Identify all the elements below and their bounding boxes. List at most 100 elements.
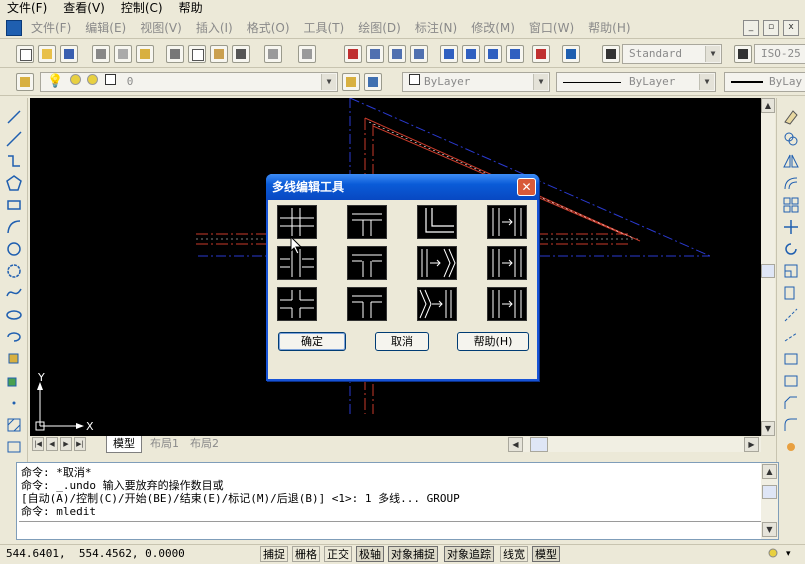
merged-cross-tool[interactable] <box>277 287 317 321</box>
dialog-close-button[interactable]: ✕ <box>517 178 536 196</box>
copy-icon[interactable] <box>188 45 206 63</box>
status-menu-icon[interactable]: ▾ <box>786 549 791 559</box>
polygon-icon[interactable] <box>5 174 23 192</box>
make-block-icon[interactable] <box>5 372 23 390</box>
delete-vertex-tool[interactable] <box>417 287 457 321</box>
zoom-realtime-icon[interactable] <box>366 45 384 63</box>
scroll-down-icon[interactable]: ▼ <box>761 421 775 436</box>
construction-line-icon[interactable] <box>5 130 23 148</box>
weld-all-tool[interactable] <box>487 287 527 321</box>
text-style-icon[interactable] <box>602 45 620 63</box>
sheet-set-icon[interactable] <box>506 45 524 63</box>
publish-icon[interactable] <box>136 45 154 63</box>
menu-modify[interactable]: 修改(M) <box>464 19 522 36</box>
region-icon[interactable] <box>5 438 23 456</box>
outer-menu-help[interactable]: 帮助 <box>172 0 212 17</box>
tab-prev-icon[interactable]: ◀ <box>46 437 58 451</box>
move-icon[interactable] <box>782 218 800 236</box>
comm-center-icon[interactable] <box>766 547 780 561</box>
ortho-toggle[interactable]: 正交 <box>324 546 352 562</box>
cmd-scroll-thumb[interactable] <box>762 485 777 499</box>
menu-help[interactable]: 帮助(H) <box>581 19 637 36</box>
revision-cloud-icon[interactable] <box>5 262 23 280</box>
menu-dimension[interactable]: 标注(N) <box>408 19 464 36</box>
cut-single-tool[interactable] <box>487 205 527 239</box>
cut-all-tool[interactable] <box>487 246 527 280</box>
outer-menu-file[interactable]: 文件(F) <box>0 0 56 17</box>
offset-icon[interactable] <box>782 174 800 192</box>
line-icon[interactable] <box>5 108 23 126</box>
paste-icon[interactable] <box>210 45 228 63</box>
tab-next-icon[interactable]: ▶ <box>60 437 72 451</box>
help-button[interactable]: 帮助(H) <box>457 332 529 351</box>
ok-button[interactable]: 确定 <box>278 332 346 351</box>
array-icon[interactable] <box>782 196 800 214</box>
canvas-horizontal-scrollbar[interactable]: ◀ ▶ <box>508 437 761 452</box>
zoom-previous-icon[interactable] <box>410 45 428 63</box>
menu-tools[interactable]: 工具(T) <box>297 19 352 36</box>
trim-icon[interactable] <box>782 306 800 324</box>
scale-icon[interactable] <box>782 262 800 280</box>
tab-layout2[interactable]: 布局2 <box>184 436 225 452</box>
layer-select[interactable]: 💡 0 ▼ <box>40 72 338 92</box>
command-scrollbar[interactable]: ▲ ▼ <box>761 463 778 539</box>
snap-toggle[interactable]: 捕捉 <box>260 546 288 562</box>
cmd-scroll-down-icon[interactable]: ▼ <box>762 522 777 537</box>
design-center-icon[interactable] <box>462 45 480 63</box>
insert-block-icon[interactable] <box>5 350 23 368</box>
outer-menu-view[interactable]: 查看(V) <box>56 0 114 17</box>
ellipse-arc-icon[interactable] <box>5 328 23 346</box>
menu-view[interactable]: 视图(V) <box>133 19 189 36</box>
undo-icon[interactable] <box>264 45 282 63</box>
tab-model[interactable]: 模型 <box>106 436 142 453</box>
scroll-thumb[interactable] <box>761 264 775 278</box>
scroll-left-icon[interactable]: ◀ <box>508 437 523 452</box>
menu-insert[interactable]: 插入(I) <box>189 19 240 36</box>
minimize-icon[interactable]: _ <box>743 19 759 36</box>
closed-tee-tool[interactable] <box>347 205 387 239</box>
save-icon[interactable] <box>60 45 78 63</box>
lineweight-select[interactable]: ByLay <box>724 72 805 92</box>
menu-window[interactable]: 窗口(W) <box>522 19 581 36</box>
outer-menu-control[interactable]: 控制(C) <box>114 0 172 17</box>
lineweight-toggle[interactable]: 线宽 <box>500 546 528 562</box>
hatch-icon[interactable] <box>5 416 23 434</box>
cmd-scroll-up-icon[interactable]: ▲ <box>762 464 777 479</box>
match-properties-icon[interactable] <box>232 45 250 63</box>
osnap-toggle[interactable]: 对象捕捉 <box>388 546 438 562</box>
properties-icon[interactable] <box>440 45 458 63</box>
menu-edit[interactable]: 编辑(E) <box>78 19 133 36</box>
h-scroll-thumb[interactable] <box>530 437 548 452</box>
mirror-icon[interactable] <box>782 152 800 170</box>
fillet-icon[interactable] <box>782 416 800 434</box>
ellipse-icon[interactable] <box>5 306 23 324</box>
polyline-icon[interactable] <box>5 152 23 170</box>
pan-icon[interactable] <box>344 45 362 63</box>
otrack-toggle[interactable]: 对象追踪 <box>444 546 494 562</box>
print-icon[interactable] <box>92 45 110 63</box>
dim-style-select[interactable]: ISO-25 <box>754 44 805 64</box>
rotate-icon[interactable] <box>782 240 800 258</box>
scroll-up-icon[interactable]: ▲ <box>761 98 775 113</box>
add-vertex-tool[interactable] <box>417 246 457 280</box>
explode-icon[interactable] <box>782 438 800 456</box>
help-icon[interactable] <box>562 45 580 63</box>
menu-file[interactable]: 文件(F) <box>24 19 78 36</box>
layer-manager-icon[interactable] <box>16 73 34 91</box>
menu-draw[interactable]: 绘图(D) <box>351 19 408 36</box>
scroll-right-icon[interactable]: ▶ <box>744 437 759 452</box>
cut-icon[interactable] <box>166 45 184 63</box>
autocad-app-icon[interactable] <box>6 19 22 36</box>
open-tee-tool[interactable] <box>347 246 387 280</box>
closed-cross-tool[interactable] <box>277 205 317 239</box>
rectangle-icon[interactable] <box>5 196 23 214</box>
merged-tee-tool[interactable] <box>347 287 387 321</box>
menu-format[interactable]: 格式(O) <box>240 19 297 36</box>
tab-last-icon[interactable]: ▶| <box>74 437 86 451</box>
stretch-icon[interactable] <box>782 284 800 302</box>
erase-icon[interactable] <box>782 108 800 126</box>
layer-previous-icon[interactable] <box>364 73 382 91</box>
open-file-icon[interactable] <box>38 45 56 63</box>
make-object-layer-current-icon[interactable] <box>342 73 360 91</box>
new-file-icon[interactable] <box>16 45 34 63</box>
